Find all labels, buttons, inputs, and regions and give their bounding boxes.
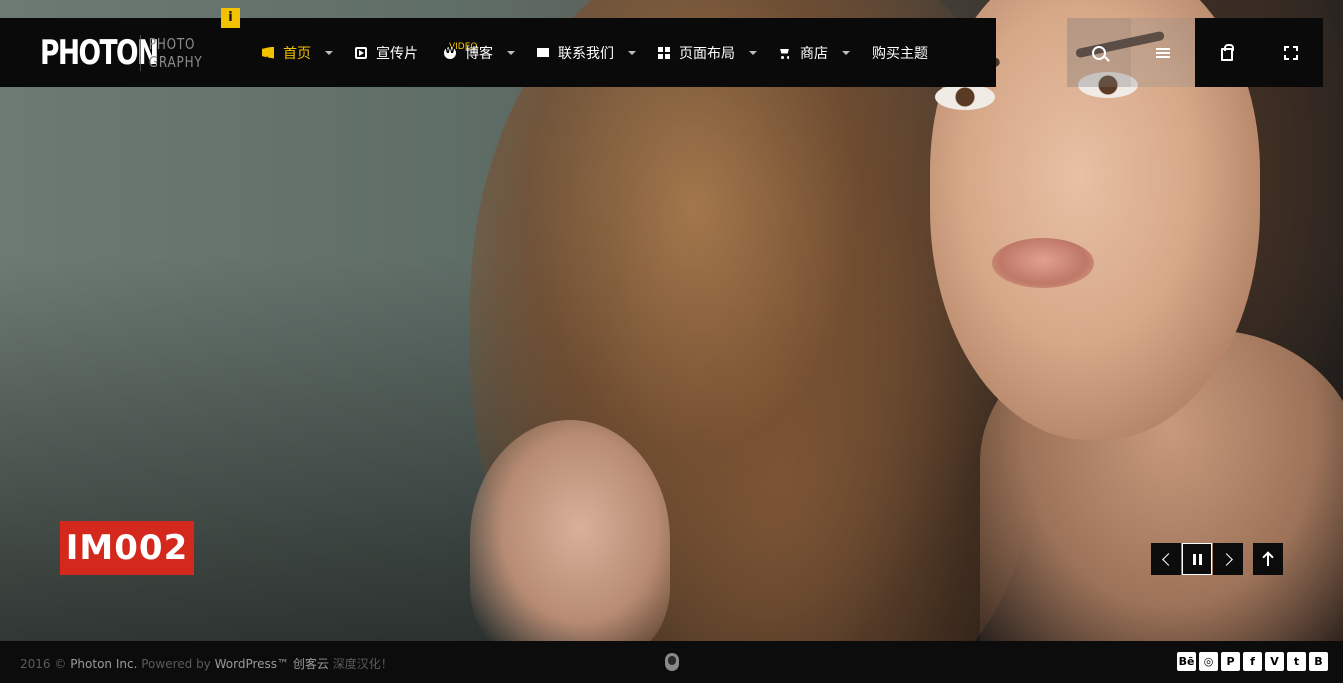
search-button[interactable] (1067, 18, 1131, 87)
logo-subtitle: PHOTO GRAPHY (140, 35, 203, 71)
site-logo[interactable]: PHOTON PHOTO GRAPHY (40, 32, 218, 74)
grid-icon (658, 46, 670, 59)
chevron-down-icon (842, 50, 850, 55)
scroll-top-icon (1267, 552, 1269, 566)
video-play-icon (355, 46, 367, 59)
nav-item-buy-theme[interactable]: 购买主题 (872, 18, 928, 87)
main-menu: 首页 宣传片 VIDEO 博客 联系我们 页面布局 商店 (262, 18, 950, 87)
footer-year: 2016 © (20, 657, 67, 671)
footer-platform-link[interactable]: WordPress™ (215, 657, 289, 671)
footer-powered-by: Powered by (141, 657, 211, 671)
search-icon (1092, 45, 1106, 60)
menu-icon (1156, 47, 1170, 58)
footer-translator-link[interactable]: 创客云 (293, 657, 329, 671)
fullscreen-icon (1284, 45, 1298, 60)
twitter-icon[interactable]: t (1287, 652, 1306, 671)
logo-subtitle-line1: PHOTO (148, 35, 196, 53)
shopping-bag-button[interactable] (1195, 18, 1259, 87)
site-footer: 2016 © Photon Inc. Powered by WordPress™… (0, 641, 1343, 683)
nav-item-contact[interactable]: 联系我们 (537, 18, 636, 87)
facebook-icon[interactable]: f (1243, 652, 1262, 671)
nav-item-label: 联系我们 (558, 45, 614, 62)
social-links: Bē ◎ P f V t B (1177, 652, 1328, 671)
info-badge[interactable]: i (221, 8, 240, 28)
home-icon (262, 46, 274, 59)
nav-item-label: 商店 (800, 45, 828, 62)
scroll-top-button[interactable] (1253, 543, 1283, 575)
prev-arrow-icon (1161, 552, 1175, 566)
cart-icon (779, 47, 791, 59)
nav-item-home[interactable]: 首页 (262, 18, 333, 87)
shopping-bag-icon (1221, 44, 1234, 61)
hero-lips (992, 238, 1094, 288)
dribbble-icon[interactable]: ◎ (1199, 652, 1218, 671)
top-navigation-bar: PHOTON PHOTO GRAPHY 首页 宣传片 VIDEO 博客 联系我们 (0, 18, 996, 87)
nav-item-label: 博客 (465, 45, 493, 62)
behance-icon[interactable]: Bē (1177, 652, 1196, 671)
slider-pause-button[interactable] (1182, 543, 1212, 575)
hero-left-eye (935, 84, 995, 110)
menu-button[interactable] (1131, 18, 1195, 87)
mouse-scroll-icon[interactable] (665, 653, 679, 671)
logo-subtitle-line2: GRAPHY (148, 53, 203, 71)
chevron-down-icon (628, 50, 636, 55)
hero-slide-image (0, 0, 1343, 641)
slider-prev-button[interactable] (1151, 543, 1181, 575)
next-arrow-icon (1219, 552, 1233, 566)
pause-icon (1192, 553, 1202, 565)
nav-item-label: 宣传片 (376, 45, 418, 62)
nav-item-layouts[interactable]: 页面布局 (658, 18, 757, 87)
nav-item-label: 购买主题 (872, 45, 928, 62)
wordpress-icon (444, 46, 456, 59)
slider-next-button[interactable] (1213, 543, 1243, 575)
slide-title: IM002 (60, 521, 194, 575)
nav-item-label: 页面布局 (679, 45, 735, 62)
logo-wordmark: PHOTON (40, 33, 159, 73)
footer-suffix: 深度汉化！ (332, 657, 393, 671)
nav-item-shop[interactable]: 商店 (779, 18, 850, 87)
fullscreen-button[interactable] (1259, 18, 1323, 87)
chevron-down-icon (325, 50, 333, 55)
vimeo-icon[interactable]: V (1265, 652, 1284, 671)
nav-item-label: 首页 (283, 45, 311, 62)
chevron-down-icon (507, 50, 515, 55)
chevron-down-icon (749, 50, 757, 55)
footer-company-link[interactable]: Photon Inc. (70, 657, 137, 671)
footer-copyright: 2016 © Photon Inc. Powered by WordPress™… (20, 655, 393, 672)
blogger-icon[interactable]: B (1309, 652, 1328, 671)
nav-item-blog[interactable]: 博客 (444, 18, 515, 87)
nav-item-video[interactable]: 宣传片 VIDEO (355, 18, 478, 87)
envelope-icon (537, 48, 549, 57)
pinterest-icon[interactable]: P (1221, 652, 1240, 671)
